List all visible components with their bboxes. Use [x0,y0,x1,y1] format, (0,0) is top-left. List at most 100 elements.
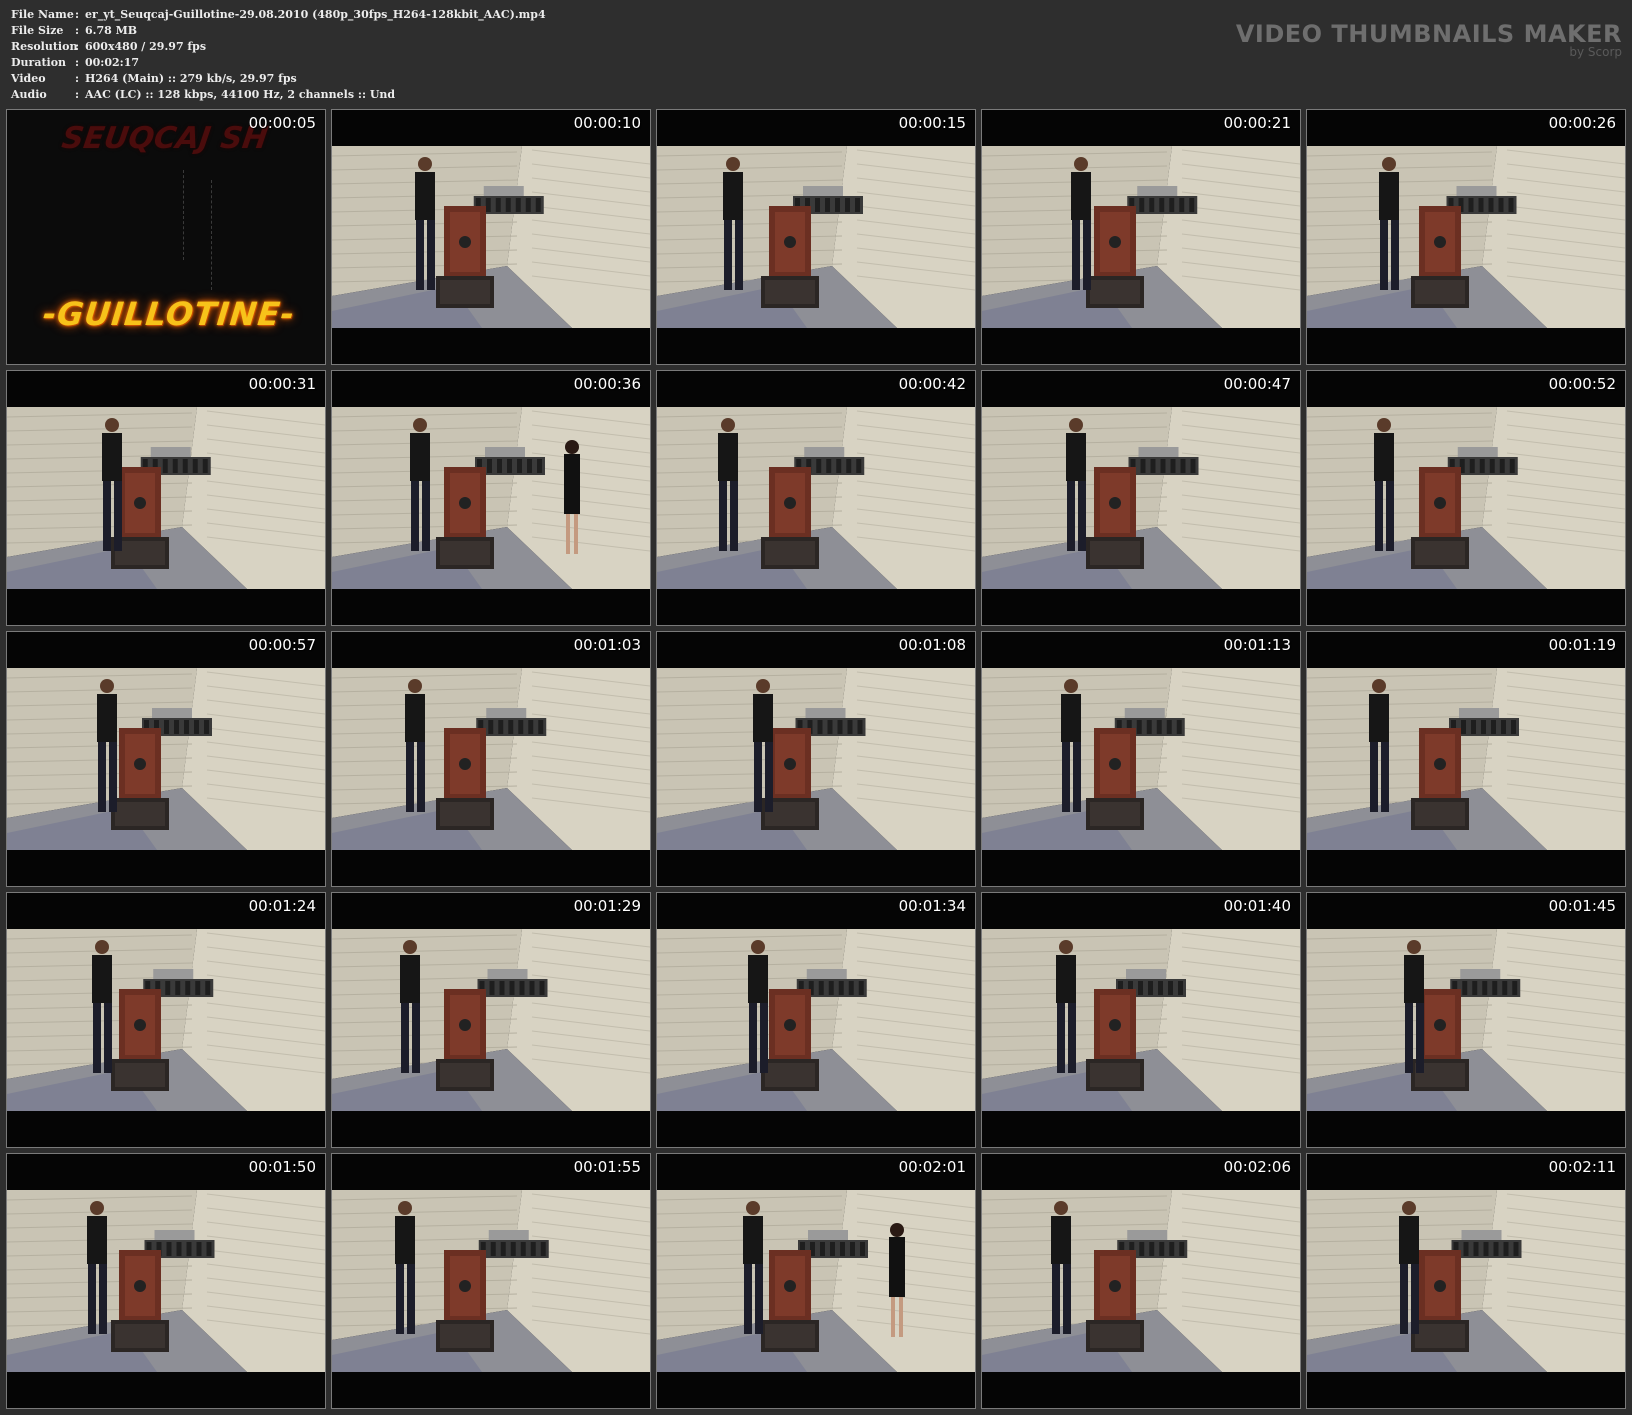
video-frame-image [332,407,650,589]
file-info-panel: File Name: er_yt_Seuqcaj-Guillotine-29.08… [11,7,546,103]
timestamp-label: 00:00:10 [573,114,641,132]
video-thumbnail[interactable]: 00:01:13 [981,631,1301,887]
video-frame-image [982,668,1300,850]
video-thumbnail[interactable]: 00:01:19 [1306,631,1626,887]
info-label: Video [11,72,46,85]
timestamp-label: 00:00:57 [248,636,316,654]
info-row: Resolution:600x480 / 29.97 fps [11,39,546,55]
info-value: 00:02:17 [85,56,140,69]
video-thumbnail[interactable]: 00:00:57 [6,631,326,887]
video-frame-image [332,146,650,328]
video-thumbnail[interactable]: 00:00:47 [981,370,1301,626]
video-thumbnail[interactable]: SEUQCAJ SH -GUILLOTINE- 00:00:05 [6,109,326,365]
timestamp-label: 00:00:47 [1223,375,1291,393]
timestamp-label: 00:00:21 [1223,114,1291,132]
video-frame-image [982,929,1300,1111]
video-thumbnail[interactable]: 00:01:08 [656,631,976,887]
info-label: Audio [11,88,47,101]
video-frame-image [982,407,1300,589]
video-thumbnail[interactable]: 00:01:34 [656,892,976,1148]
video-thumbnail[interactable]: 00:02:01 [656,1153,976,1409]
video-thumbnail[interactable]: 00:00:36 [331,370,651,626]
video-frame-image [332,1190,650,1372]
info-separator: : [75,88,80,101]
decorative-line [211,180,212,290]
video-frame-image [1307,668,1625,850]
video-frame-image [982,146,1300,328]
timestamp-label: 00:01:34 [898,897,966,915]
video-frame-image [1307,929,1625,1111]
timestamp-label: 00:00:26 [1548,114,1616,132]
video-frame-image [657,1190,975,1372]
video-thumbnail[interactable]: 00:01:45 [1306,892,1626,1148]
brand-watermark: VIDEO THUMBNAILS MAKER by Scorp [1236,20,1622,59]
info-value: H264 (Main) :: 279 kb/s, 29.97 fps [85,72,297,85]
video-frame-image [982,1190,1300,1372]
timestamp-label: 00:00:31 [248,375,316,393]
video-thumbnail[interactable]: 00:02:06 [981,1153,1301,1409]
info-value: AAC (LC) :: 128 kbps, 44100 Hz, 2 channe… [85,88,396,101]
timestamp-label: 00:00:15 [898,114,966,132]
video-thumbnail[interactable]: 00:01:03 [331,631,651,887]
video-thumbnail[interactable]: 00:02:11 [1306,1153,1626,1409]
video-thumbnail[interactable]: 00:00:10 [331,109,651,365]
video-frame-image [1307,407,1625,589]
title-card-frame: SEUQCAJ SH -GUILLOTINE- [7,110,325,364]
timestamp-label: 00:00:36 [573,375,641,393]
video-frame-image [7,929,325,1111]
brand-title: VIDEO THUMBNAILS MAKER [1235,20,1622,48]
info-separator: : [75,40,80,53]
info-row: Video: H264 (Main) :: 279 kb/s, 29.97 fps [11,71,546,87]
video-thumbnail[interactable]: 00:00:42 [656,370,976,626]
video-frame-image [657,146,975,328]
video-frame-image [1307,1190,1625,1372]
video-thumbnail[interactable]: 00:00:31 [6,370,326,626]
video-frame-image [7,668,325,850]
timestamp-label: 00:02:01 [898,1158,966,1176]
info-value: 600x480 / 29.97 fps [85,40,207,53]
info-row: File Name: er_yt_Seuqcaj-Guillotine-29.08… [11,7,546,23]
video-thumbnail[interactable]: 00:01:24 [6,892,326,1148]
info-label: Duration [11,56,67,69]
info-separator: : [75,56,80,69]
title-card-main-text: -GUILLOTINE- [41,295,297,333]
video-thumbnail[interactable]: 00:00:21 [981,109,1301,365]
timestamp-label: 00:01:24 [248,897,316,915]
timestamp-label: 00:01:19 [1548,636,1616,654]
timestamp-label: 00:01:55 [573,1158,641,1176]
thumbnail-grid: SEUQCAJ SH -GUILLOTINE- 00:00:05 00:00:10 00… [6,109,1626,1409]
video-thumbnail[interactable]: 00:01:55 [331,1153,651,1409]
video-frame-image [7,1190,325,1372]
video-frame-image [657,668,975,850]
decorative-line [183,170,184,260]
info-separator: : [75,24,80,37]
video-thumbnail[interactable]: 00:00:52 [1306,370,1626,626]
info-separator: : [75,8,80,21]
timestamp-label: 00:01:45 [1548,897,1616,915]
video-frame-image [332,929,650,1111]
info-separator: : [75,72,80,85]
timestamp-label: 00:01:08 [898,636,966,654]
info-row: Duration:00:02:17 [11,55,546,71]
info-value: er_yt_Seuqcaj-Guillotine-29.08.2010 (480… [85,8,546,21]
info-value: 6.78 MB [85,24,138,37]
info-row: Audio: AAC (LC) :: 128 kbps, 44100 Hz, 2 … [11,87,546,103]
video-frame-image [657,407,975,589]
video-thumbnail[interactable]: 00:01:29 [331,892,651,1148]
video-thumbnail[interactable]: 00:01:50 [6,1153,326,1409]
timestamp-label: 00:00:52 [1548,375,1616,393]
timestamp-label: 00:01:13 [1223,636,1291,654]
info-label: File Name [11,8,74,21]
video-thumbnail[interactable]: 00:00:15 [656,109,976,365]
timestamp-label: 00:00:05 [248,114,316,132]
timestamp-label: 00:01:03 [573,636,641,654]
info-row: File Size:6.78 MB [11,23,546,39]
video-thumbnail[interactable]: 00:01:40 [981,892,1301,1148]
timestamp-label: 00:00:42 [898,375,966,393]
timestamp-label: 00:02:06 [1223,1158,1291,1176]
timestamp-label: 00:01:50 [248,1158,316,1176]
video-thumbnail[interactable]: 00:00:26 [1306,109,1626,365]
info-label: Resolution [11,40,78,53]
title-card-top-text: SEUQCAJ SH [59,121,271,156]
timestamp-label: 00:01:29 [573,897,641,915]
